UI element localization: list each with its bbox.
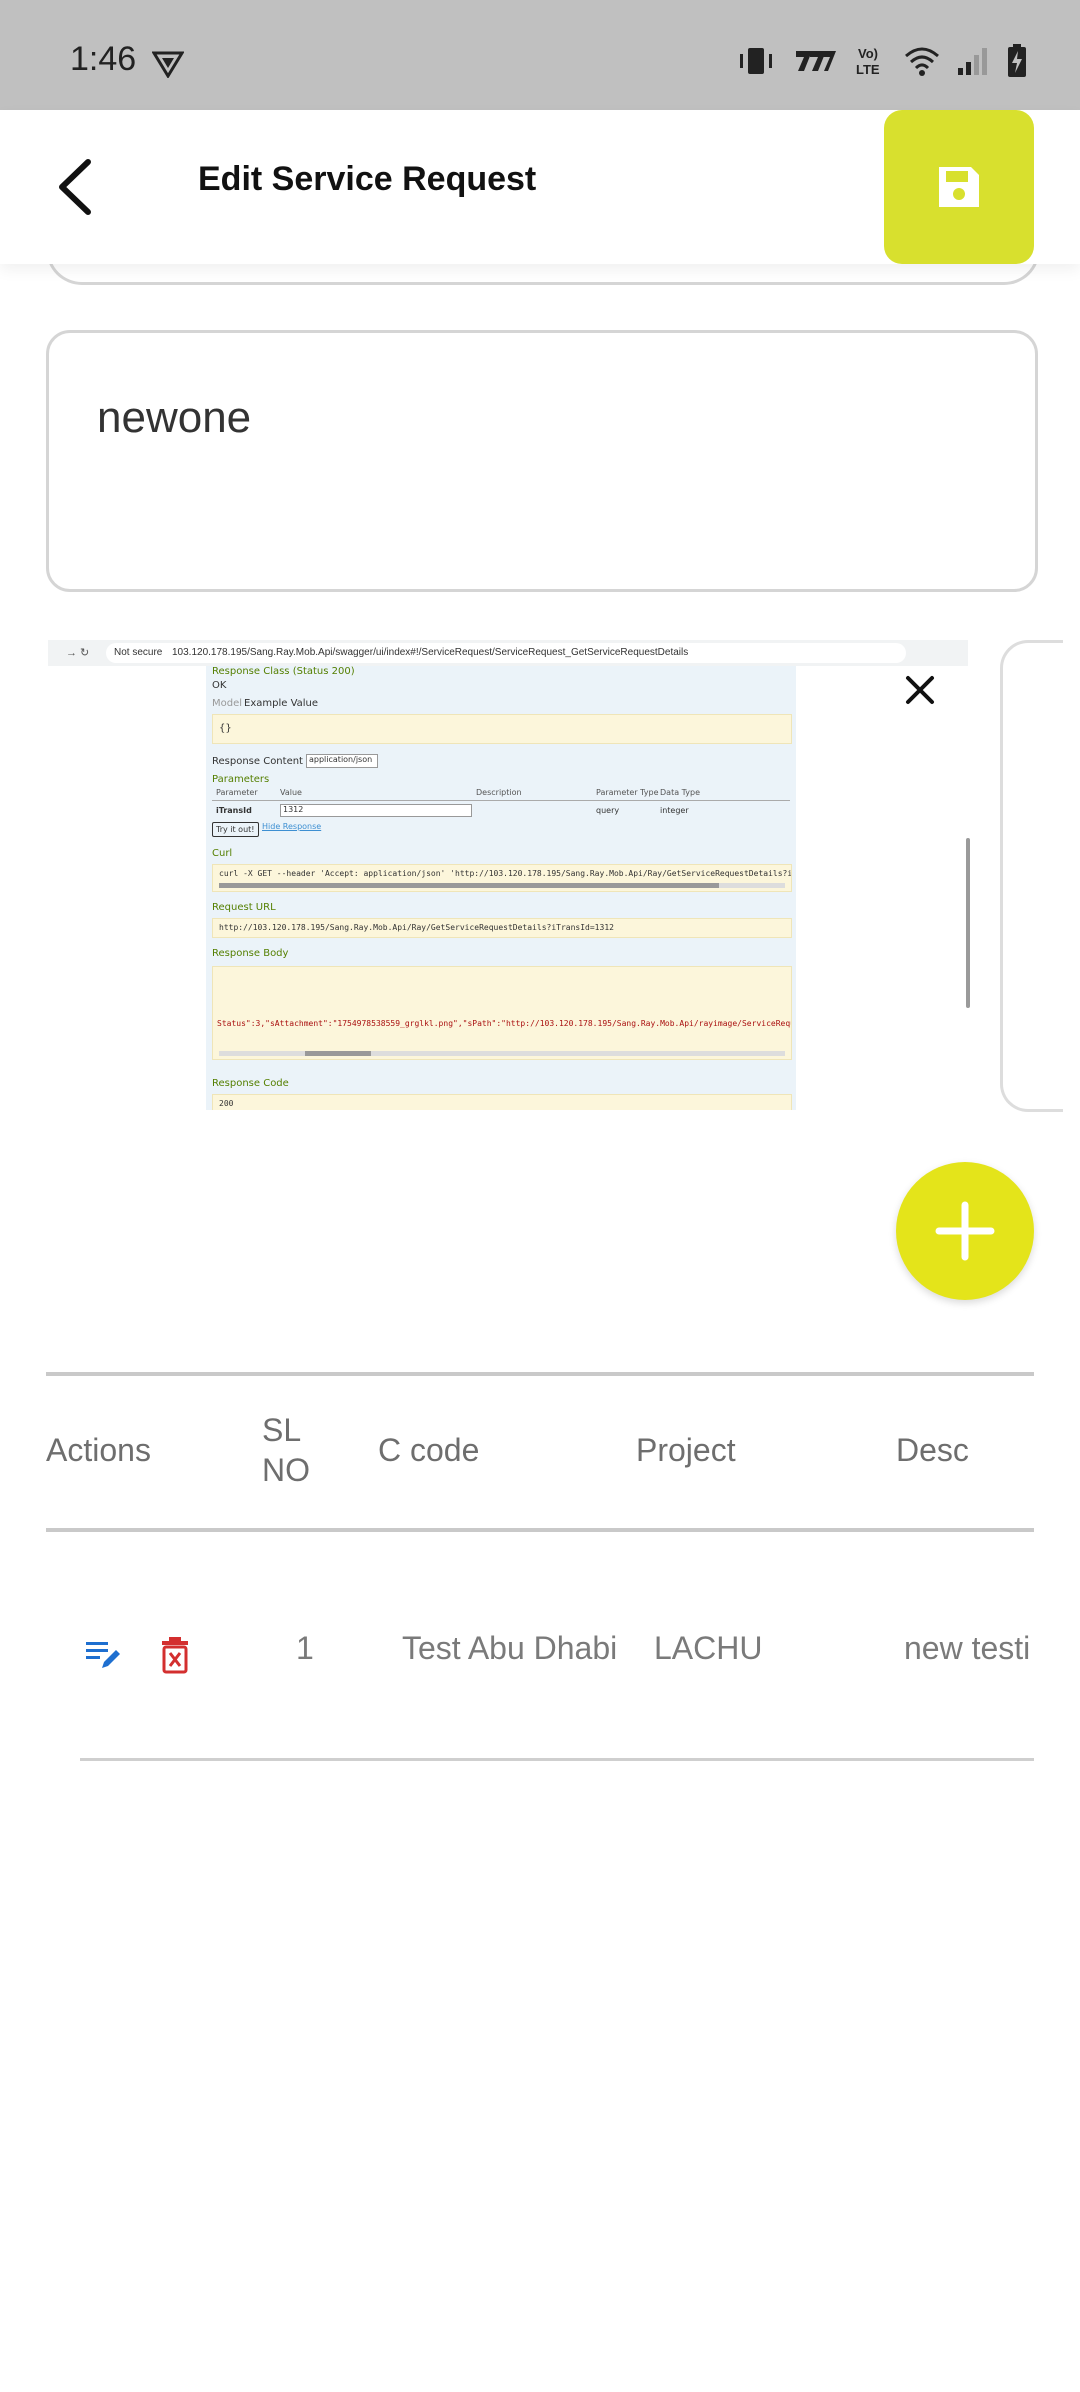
request-url-label: Request URL: [212, 902, 276, 913]
address-bar: Not secure 103.120.178.195/Sang.Ray.Mob.…: [106, 643, 906, 663]
hide-response-link: Hide Response: [262, 822, 322, 831]
response-class-label: Response Class (Status 200): [212, 666, 355, 677]
status-time: 1:46: [70, 40, 137, 78]
status-bar: 1:46 Vo) LTE: [0, 0, 1080, 110]
example-box: {}: [212, 714, 792, 744]
battery-charging-icon: [1008, 44, 1026, 77]
attachment-scrollbar[interactable]: [966, 838, 970, 1008]
ok-label: OK: [212, 680, 227, 691]
response-code-value: 200: [219, 1099, 234, 1108]
description-field[interactable]: newone: [46, 330, 1038, 592]
cell-sl-no: 1: [296, 1630, 314, 1666]
request-url-value: http://103.120.178.195/Sang.Ray.Mob.Api/…: [219, 923, 614, 932]
cell-desc: new testi: [904, 1630, 1031, 1666]
cell-project: LACHU: [654, 1630, 763, 1666]
model-label: Model: [212, 698, 243, 709]
param-header-type: Parameter Type: [596, 788, 659, 797]
try-it-out-button: Try it out!: [212, 822, 259, 837]
add-button[interactable]: [896, 1162, 1034, 1300]
curl-scrollbar: [219, 883, 785, 888]
table-top-divider: [46, 1372, 1034, 1376]
row-divider: [80, 1758, 1034, 1761]
response-body-label: Response Body: [212, 948, 289, 959]
param-row: iTransId 1312 query integer: [212, 804, 790, 818]
attachment-preview[interactable]: → ↻ Not secure 103.120.178.195/Sang.Ray.…: [48, 640, 968, 1110]
header-desc: Desc: [896, 1432, 969, 1468]
parameters-label: Parameters: [212, 774, 270, 785]
response-code-box: 200: [212, 1094, 792, 1110]
carrier-logo-icon: [796, 51, 836, 71]
not-secure-label: Not secure: [114, 647, 163, 658]
volte-icon: Vo) LTE: [856, 46, 880, 77]
close-icon[interactable]: [900, 670, 940, 710]
signal-icon: [958, 48, 987, 75]
param-datatype: integer: [660, 806, 689, 815]
svg-text:Vo): Vo): [858, 46, 878, 61]
response-body-value: Status":3,"sAttachment":"1754978538559_g…: [217, 1019, 792, 1028]
param-header-name: Parameter: [216, 788, 258, 797]
curl-box: curl -X GET --header 'Accept: applicatio…: [212, 864, 792, 892]
app-bar: Edit Service Request: [0, 110, 1080, 264]
address-url: 103.120.178.195/Sang.Ray.Mob.Api/swagger…: [172, 647, 689, 658]
browser-bar: → ↻ Not secure 103.120.178.195/Sang.Ray.…: [48, 640, 968, 666]
curl-label: Curl: [212, 848, 233, 859]
floppy-disk-icon: [939, 167, 979, 207]
param-header-datatype: Data Type: [660, 788, 701, 797]
vibrate-icon: [740, 48, 772, 74]
example-json: {}: [219, 723, 232, 734]
header-actions: Actions: [46, 1432, 151, 1468]
response-scrollbar: [219, 1051, 785, 1056]
param-header-value: Value: [280, 788, 302, 797]
plus-icon: [935, 1201, 995, 1261]
cell-c-code: Test Abu Dhabi: [402, 1630, 618, 1666]
svg-text:LTE: LTE: [856, 62, 880, 77]
curl-value: curl -X GET --header 'Accept: applicatio…: [219, 869, 792, 878]
header-project: Project: [636, 1432, 736, 1468]
edit-icon[interactable]: [84, 1636, 124, 1672]
wifi-icon: [905, 47, 939, 76]
param-type: query: [596, 806, 620, 815]
request-url-box: http://103.120.178.195/Sang.Ray.Mob.Api/…: [212, 918, 792, 938]
save-button[interactable]: [884, 110, 1034, 264]
example-value-label: Example Value: [244, 698, 319, 709]
param-value: 1312: [280, 804, 472, 817]
page-title: Edit Service Request: [198, 160, 537, 198]
swagger-panel: Response Class (Status 200) OK Model Exa…: [206, 666, 796, 1110]
header-sl-no-line1: SL: [262, 1412, 302, 1448]
content-type-select: application/json: [306, 754, 378, 768]
header-sl-no-line2: NO: [262, 1452, 310, 1488]
param-name: iTransId: [216, 806, 252, 815]
next-attachment-card[interactable]: [1000, 640, 1063, 1112]
back-arrow-icon[interactable]: [48, 154, 108, 220]
param-header-desc: Description: [476, 788, 522, 797]
description-value: newone: [97, 393, 252, 442]
response-body-box: Status":3,"sAttachment":"1754978538559_g…: [212, 966, 792, 1060]
status-icons: Vo) LTE: [736, 44, 1028, 78]
param-header-row: Parameter Value Description Parameter Ty…: [212, 788, 790, 801]
table-header-divider: [46, 1528, 1034, 1532]
header-c-code: C code: [378, 1432, 480, 1468]
vpn-shield-icon: [152, 51, 184, 78]
browser-nav-icons: → ↻: [66, 647, 90, 659]
delete-icon[interactable]: [160, 1636, 190, 1674]
response-code-label: Response Code: [212, 1078, 289, 1089]
